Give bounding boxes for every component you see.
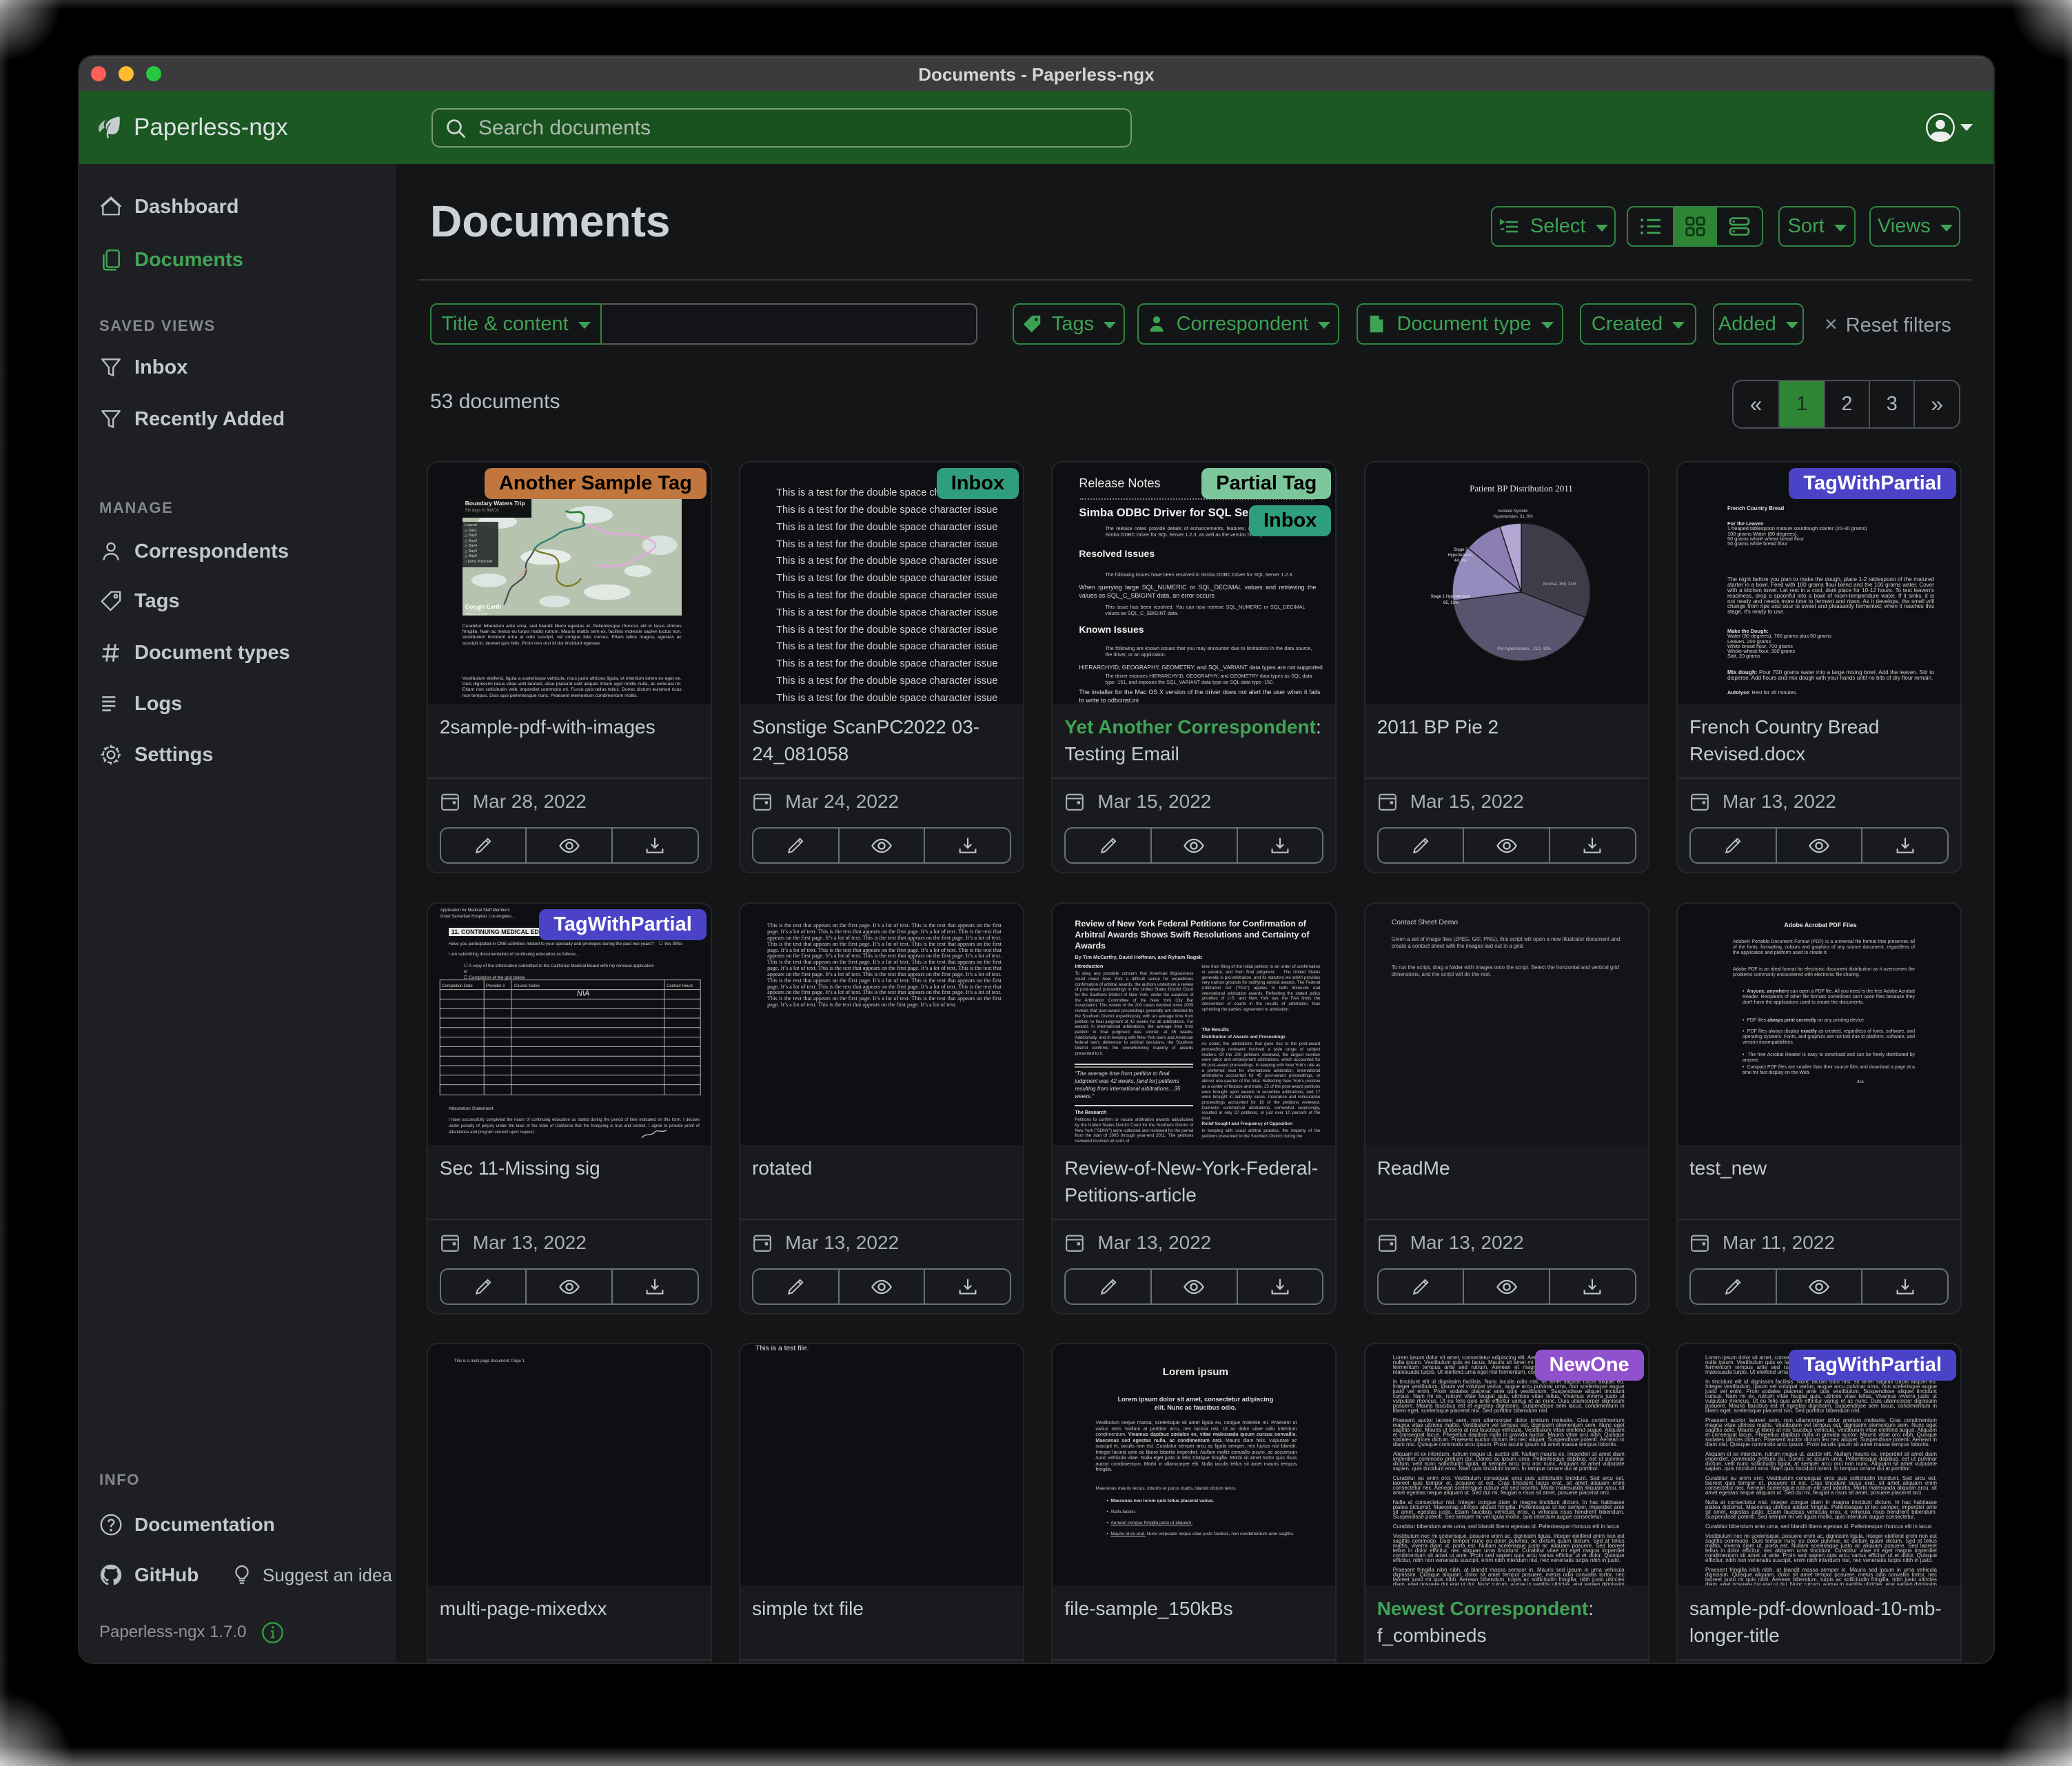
svg-text:65, 13%: 65, 13% bbox=[1443, 601, 1459, 605]
svg-text:Stage 1 Hypertension,: Stage 1 Hypertension, bbox=[1430, 595, 1472, 599]
svg-text:Provider #: Provider # bbox=[486, 984, 505, 988]
svg-text:Patient BP Distribution 2011: Patient BP Distribution 2011 bbox=[1470, 483, 1573, 494]
svg-text:Hypertension,: Hypertension, bbox=[1448, 554, 1473, 558]
svg-text:Hypertension, 31, 6%: Hypertension, 31, 6% bbox=[1493, 515, 1533, 519]
svg-text:Completion Date: Completion Date bbox=[442, 984, 473, 988]
svg-text:Normal, 158, 31%: Normal, 158, 31% bbox=[1543, 582, 1577, 587]
svg-text:44, 9%: 44, 9% bbox=[1454, 559, 1467, 563]
svg-text:Pre-hypertension, , 212, 42%: Pre-hypertension, , 212, 42% bbox=[1497, 647, 1551, 651]
svg-text:Isolated Systolic: Isolated Systolic bbox=[1498, 509, 1527, 514]
svg-text:Stage 2: Stage 2 bbox=[1453, 548, 1467, 552]
svg-text:Course Name: Course Name bbox=[514, 984, 540, 988]
svg-text:N\A: N\A bbox=[576, 990, 589, 999]
svg-text:Contact Hours: Contact Hours bbox=[667, 984, 693, 988]
